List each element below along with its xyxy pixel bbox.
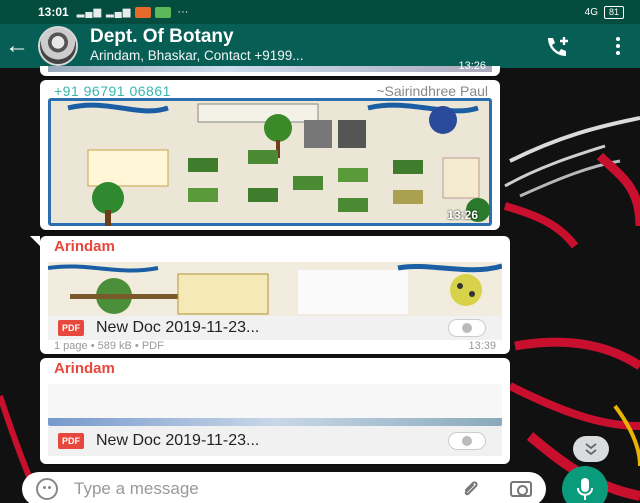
sender-name: Arindam: [54, 360, 115, 377]
status-bar: 13:01 ▂▄▆ ▂▄▆ ··· 4G 81: [0, 0, 640, 24]
download-icon[interactable]: [448, 319, 486, 337]
sender-name: Arindam: [54, 238, 115, 255]
more-options-icon[interactable]: [616, 37, 620, 55]
message-time: 13:39: [468, 340, 496, 352]
message-time: 13:26: [447, 208, 478, 222]
document-row[interactable]: PDF New Doc 2019-11-23...: [48, 316, 502, 340]
network-type: 4G: [584, 6, 598, 18]
document-preview[interactable]: [48, 262, 502, 316]
document-name: New Doc 2019-11-23...: [96, 319, 260, 336]
sender-phone: +91 96791 06861: [54, 83, 171, 99]
chat-info[interactable]: Dept. Of Botany Arindam, Bhaskar, Contac…: [90, 27, 460, 65]
chat-title: Dept. Of Botany: [90, 27, 234, 47]
download-icon[interactable]: [448, 432, 486, 450]
message-input[interactable]: [74, 479, 374, 499]
message-time: 13:26: [458, 60, 486, 72]
message-composer: [22, 472, 546, 503]
poster-photo[interactable]: 13:26: [48, 98, 492, 226]
pdf-icon: PDF: [58, 433, 84, 449]
scroll-to-bottom-button[interactable]: [573, 436, 609, 462]
status-time: 13:01: [38, 5, 69, 19]
add-call-icon[interactable]: [544, 35, 572, 57]
group-avatar[interactable]: [38, 26, 78, 66]
document-meta: 1 page • 589 kB • PDF: [54, 340, 164, 352]
document-preview[interactable]: [48, 384, 502, 426]
notification-icon: [135, 6, 152, 18]
battery-icon: 81: [603, 5, 624, 19]
notification-icon: [155, 6, 172, 18]
image-message[interactable]: 13:26: [40, 60, 500, 76]
attach-icon[interactable]: [460, 478, 482, 500]
chat-header: ← Dept. Of Botany Arindam, Bhaskar, Cont…: [0, 24, 640, 68]
sender-alias: ~Sairindhree Paul: [376, 83, 488, 99]
pdf-icon: PDF: [58, 320, 84, 336]
document-message[interactable]: Arindam PDF New Doc 2019-11-23...: [40, 358, 510, 464]
signal-icon: ▂▄▆ ▂▄▆: [76, 6, 132, 18]
document-name: New Doc 2019-11-23...: [96, 432, 260, 449]
battery-level: 81: [608, 6, 619, 17]
mic-icon: [577, 478, 593, 500]
image-message[interactable]: +91 96791 06861 ~Sairindhree Paul 13:26: [40, 80, 500, 230]
double-chevron-down-icon: [585, 443, 597, 456]
back-arrow-icon[interactable]: ←: [0, 32, 34, 60]
document-message[interactable]: Arindam PDF New Doc 2019-11-23... 1 page…: [30, 236, 510, 354]
camera-icon[interactable]: [510, 481, 532, 497]
emoji-icon[interactable]: [36, 478, 58, 500]
document-row[interactable]: PDF New Doc 2019-11-23...: [48, 426, 502, 456]
chat-participants: Arindam, Bhaskar, Contact +9199...: [90, 48, 304, 63]
